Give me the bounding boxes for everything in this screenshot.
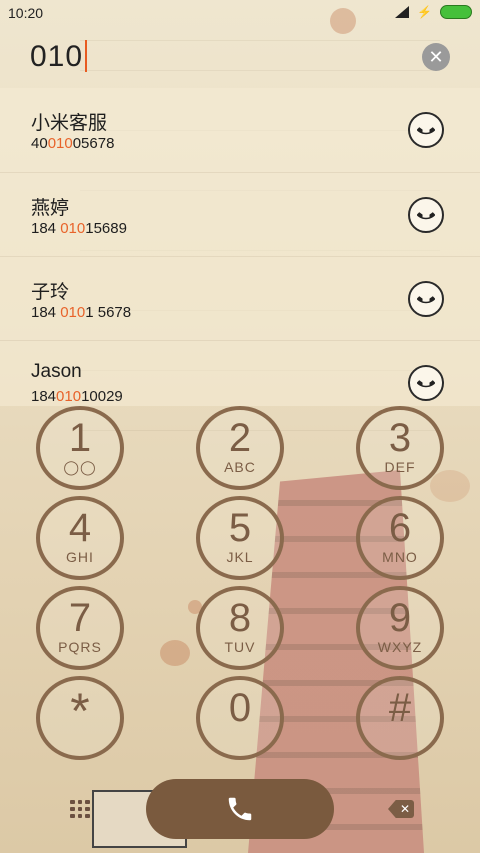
key-8[interactable]: 8 TUV — [196, 586, 284, 670]
call-button[interactable] — [146, 779, 334, 839]
status-icons: ⚡ — [393, 5, 472, 19]
key-7[interactable]: 7 PQRS — [36, 586, 124, 670]
key-letters: JKL — [226, 549, 254, 565]
number-suffix: 15689 — [85, 220, 127, 237]
contact-call-button[interactable] — [408, 197, 444, 233]
contact-number: 18401010029 — [31, 388, 123, 405]
number-suffix: 10029 — [81, 388, 123, 405]
key-letters: MNO — [382, 549, 418, 565]
key-star[interactable]: * — [36, 676, 124, 760]
phone-icon — [228, 797, 252, 821]
key-digit: 5 — [228, 506, 252, 550]
key-0[interactable]: 0 — [196, 676, 284, 760]
backspace-icon[interactable]: ✕ — [388, 800, 414, 818]
contact-name: 小米客服 — [31, 113, 108, 134]
key-digit: 8 — [228, 596, 252, 640]
number-suffix: 1 5678 — [85, 304, 132, 321]
phone-icon — [417, 127, 435, 135]
clear-button[interactable]: ✕ — [422, 43, 450, 71]
key-6[interactable]: 6 MNO — [356, 496, 444, 580]
dialpad-icon[interactable] — [70, 800, 90, 818]
contact-number: 184 01015689 — [31, 220, 127, 237]
key-letters: TUV — [224, 639, 256, 655]
dial-input-value: 010 — [30, 40, 84, 73]
number-match: 010 — [56, 388, 82, 405]
phone-icon — [417, 296, 435, 304]
dial-keypad: 1 ◯◯ 2 ABC 3 DEF 4 GHI 5 JKL 6 MNO 7 PQR… — [0, 404, 480, 764]
number-match: 010 — [60, 304, 86, 321]
text-cursor — [85, 40, 88, 72]
contact-row[interactable]: 燕婷 184 01015689 — [0, 172, 480, 257]
contact-call-button[interactable] — [408, 281, 444, 317]
status-bar: 10:20 ⚡ — [0, 0, 480, 26]
key-digit: 6 — [388, 506, 412, 550]
number-prefix: 40 — [31, 135, 48, 152]
contact-results-list: 小米客服 4001005678 燕婷 184 01015689 子玲 184 0… — [0, 88, 480, 406]
status-time: 10:20 — [8, 5, 44, 21]
contact-name: 燕婷 — [31, 198, 70, 219]
contact-number: 4001005678 — [31, 135, 114, 152]
number-match: 010 — [60, 220, 86, 237]
key-letters: WXYZ — [377, 639, 423, 655]
number-prefix: 184 — [31, 220, 61, 237]
key-9[interactable]: 9 WXYZ — [356, 586, 444, 670]
key-digit: 7 — [68, 596, 92, 640]
contact-row[interactable]: 小米客服 4001005678 — [0, 88, 480, 172]
key-letters: GHI — [66, 549, 94, 565]
key-digit: # — [388, 686, 412, 730]
close-icon: ✕ — [428, 47, 444, 67]
charging-icon: ⚡ — [417, 5, 432, 19]
contact-call-button[interactable] — [408, 112, 444, 148]
contact-name: Jason — [31, 361, 82, 382]
key-letters: PQRS — [58, 639, 102, 655]
key-hash[interactable]: # — [356, 676, 444, 760]
number-prefix: 184 — [31, 304, 61, 321]
contact-call-button[interactable] — [408, 365, 444, 401]
contact-row[interactable]: 子玲 184 0101 5678 — [0, 256, 480, 341]
key-digit: 3 — [388, 416, 412, 460]
contact-number: 184 0101 5678 — [31, 304, 131, 321]
number-match: 010 — [47, 135, 73, 152]
key-digit: * — [70, 683, 90, 739]
phone-icon — [417, 212, 435, 220]
key-4[interactable]: 4 GHI — [36, 496, 124, 580]
contact-name: 子玲 — [31, 282, 70, 303]
key-digit: 9 — [388, 596, 412, 640]
key-1[interactable]: 1 ◯◯ — [36, 406, 124, 490]
phone-icon — [417, 380, 435, 388]
signal-icon — [393, 6, 410, 18]
number-suffix: 05678 — [72, 135, 115, 152]
battery-icon — [440, 5, 472, 19]
key-digit: 1 — [68, 416, 92, 460]
dial-search-bar: 010 ✕ — [0, 28, 480, 88]
key-3[interactable]: 3 DEF — [356, 406, 444, 490]
key-2[interactable]: 2 ABC — [196, 406, 284, 490]
key-5[interactable]: 5 JKL — [196, 496, 284, 580]
voicemail-icon: ◯◯ — [63, 459, 97, 475]
key-letters: ABC — [224, 459, 256, 475]
number-prefix: 184 — [31, 388, 57, 405]
key-digit: 2 — [228, 416, 252, 460]
dial-input[interactable]: 010 — [30, 40, 88, 74]
key-digit: 4 — [68, 506, 92, 550]
bottom-action-bar: ✕ — [0, 770, 480, 853]
key-letters: DEF — [384, 459, 416, 475]
key-digit: 0 — [228, 686, 252, 730]
